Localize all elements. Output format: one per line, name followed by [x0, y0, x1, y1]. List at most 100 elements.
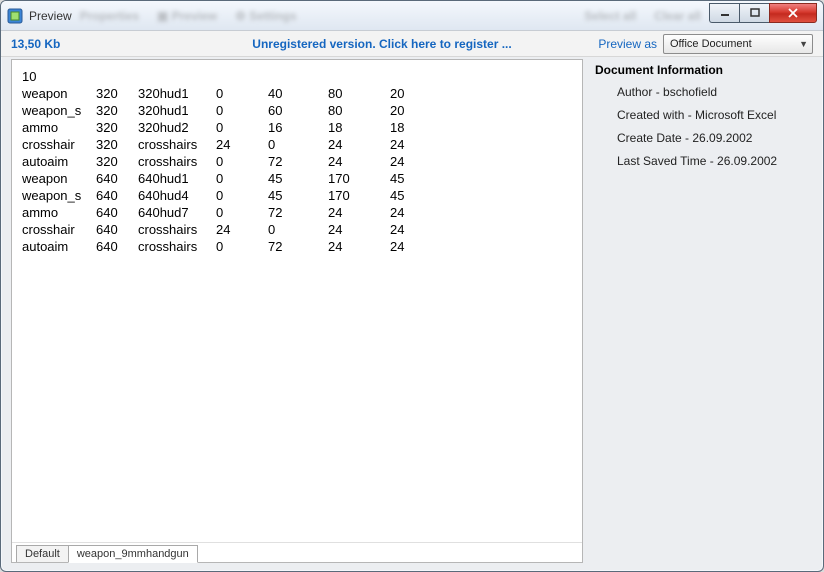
- table-cell: 18: [390, 119, 430, 136]
- table-cell: 170: [328, 187, 390, 204]
- table-cell: 72: [268, 204, 328, 221]
- table-cell: 0: [268, 221, 328, 238]
- tab-weapon-9mmhandgun[interactable]: weapon_9mmhandgun: [68, 545, 198, 563]
- info-heading: Document Information: [595, 63, 807, 77]
- table-cell: 45: [268, 187, 328, 204]
- table-row: weapon640640hud104517045: [22, 170, 572, 187]
- table-cell: crosshair: [22, 221, 96, 238]
- file-size: 13,50 Kb: [11, 37, 171, 51]
- table-cell: crosshairs: [138, 221, 216, 238]
- table-cell: 20: [390, 102, 430, 119]
- preview-as-dropdown[interactable]: Office Document ▼: [663, 34, 813, 54]
- background-blur: Properties▣ Preview⚙ Settings Select all…: [80, 6, 701, 26]
- table-cell: crosshair: [22, 136, 96, 153]
- minimize-button[interactable]: [709, 3, 739, 23]
- table-cell: 24: [390, 153, 430, 170]
- table-row: autoaim320crosshairs0722424: [22, 153, 572, 170]
- table-cell: 0: [216, 85, 268, 102]
- table-cell: 0: [216, 119, 268, 136]
- titlebar: Preview Properties▣ Preview⚙ Settings Se…: [1, 1, 823, 31]
- table-cell: 320hud1: [138, 85, 216, 102]
- table-cell: 24: [328, 204, 390, 221]
- table-cell: 72: [268, 153, 328, 170]
- info-last-saved: Last Saved Time - 26.09.2002: [595, 154, 807, 168]
- info-created-with: Created with - Microsoft Excel: [595, 108, 807, 122]
- table-cell: ammo: [22, 119, 96, 136]
- info-create-date: Create Date - 26.09.2002: [595, 131, 807, 145]
- table-cell: 640: [96, 170, 138, 187]
- info-pane: Document Information Author - bschofield…: [589, 59, 813, 563]
- table-cell: 320: [96, 102, 138, 119]
- table-cell: 16: [268, 119, 328, 136]
- info-author: Author - bschofield: [595, 85, 807, 99]
- table-cell: 24: [390, 136, 430, 153]
- table-cell: 24: [390, 204, 430, 221]
- unregistered-link[interactable]: Unregistered version. Click here to regi…: [171, 37, 593, 51]
- table-cell: 640hud7: [138, 204, 216, 221]
- table-row: weapon_s320320hud10608020: [22, 102, 572, 119]
- table-row: autoaim640crosshairs0722424: [22, 238, 572, 255]
- table-cell: crosshairs: [138, 238, 216, 255]
- table-cell: 0: [216, 170, 268, 187]
- table-cell: weapon: [22, 85, 96, 102]
- close-button[interactable]: [769, 3, 817, 23]
- table-cell: weapon: [22, 170, 96, 187]
- table-cell: 40: [268, 85, 328, 102]
- table-cell: 640hud1: [138, 170, 216, 187]
- preview-window: Preview Properties▣ Preview⚙ Settings Se…: [0, 0, 824, 572]
- table-cell: 60: [268, 102, 328, 119]
- tab-default[interactable]: Default: [16, 545, 69, 562]
- table-cell: 640: [96, 221, 138, 238]
- table-cell: 0: [216, 187, 268, 204]
- table-cell: 640hud4: [138, 187, 216, 204]
- window-controls: [709, 3, 817, 23]
- table-cell: 24: [328, 136, 390, 153]
- table-cell: 24: [328, 238, 390, 255]
- table-cell: 24: [328, 153, 390, 170]
- table-cell: 640: [96, 204, 138, 221]
- top-line: 10: [22, 68, 572, 85]
- header-bar: 13,50 Kb Unregistered version. Click her…: [1, 31, 823, 57]
- table-cell: 45: [390, 170, 430, 187]
- table-cell: 80: [328, 85, 390, 102]
- table-cell: 170: [328, 170, 390, 187]
- table-cell: autoaim: [22, 238, 96, 255]
- table-cell: 640: [96, 187, 138, 204]
- table-cell: 45: [268, 170, 328, 187]
- table-cell: 80: [328, 102, 390, 119]
- sheet-tabs: Default weapon_9mmhandgun: [12, 542, 582, 562]
- table-cell: weapon_s: [22, 187, 96, 204]
- table-cell: autoaim: [22, 153, 96, 170]
- table-cell: crosshairs: [138, 136, 216, 153]
- table-cell: 320hud1: [138, 102, 216, 119]
- table-cell: 72: [268, 238, 328, 255]
- maximize-button[interactable]: [739, 3, 769, 23]
- table-cell: 0: [216, 153, 268, 170]
- table-cell: 0: [216, 102, 268, 119]
- table-cell: 24: [216, 136, 268, 153]
- preview-as-value: Office Document: [670, 38, 752, 50]
- table-row: ammo640640hud70722424: [22, 204, 572, 221]
- table-row: weapon320320hud10408020: [22, 85, 572, 102]
- table-cell: weapon_s: [22, 102, 96, 119]
- table-cell: 0: [268, 136, 328, 153]
- table-cell: 45: [390, 187, 430, 204]
- table-cell: 24: [216, 221, 268, 238]
- document-body: 10 weapon320320hud10408020weapon_s320320…: [12, 60, 582, 542]
- table-cell: crosshairs: [138, 153, 216, 170]
- table-cell: ammo: [22, 204, 96, 221]
- table-cell: 24: [390, 238, 430, 255]
- table-cell: 0: [216, 204, 268, 221]
- table-cell: 24: [328, 221, 390, 238]
- table-row: ammo320320hud20161818: [22, 119, 572, 136]
- chevron-down-icon: ▼: [799, 39, 808, 49]
- app-icon: [7, 8, 23, 24]
- table-cell: 320: [96, 136, 138, 153]
- table-cell: 640: [96, 238, 138, 255]
- table-row: crosshair640crosshairs2402424: [22, 221, 572, 238]
- table-row: crosshair320crosshairs2402424: [22, 136, 572, 153]
- preview-as-group: Preview as Office Document ▼: [593, 34, 813, 54]
- table-cell: 24: [390, 221, 430, 238]
- table-cell: 0: [216, 238, 268, 255]
- table-cell: 320: [96, 119, 138, 136]
